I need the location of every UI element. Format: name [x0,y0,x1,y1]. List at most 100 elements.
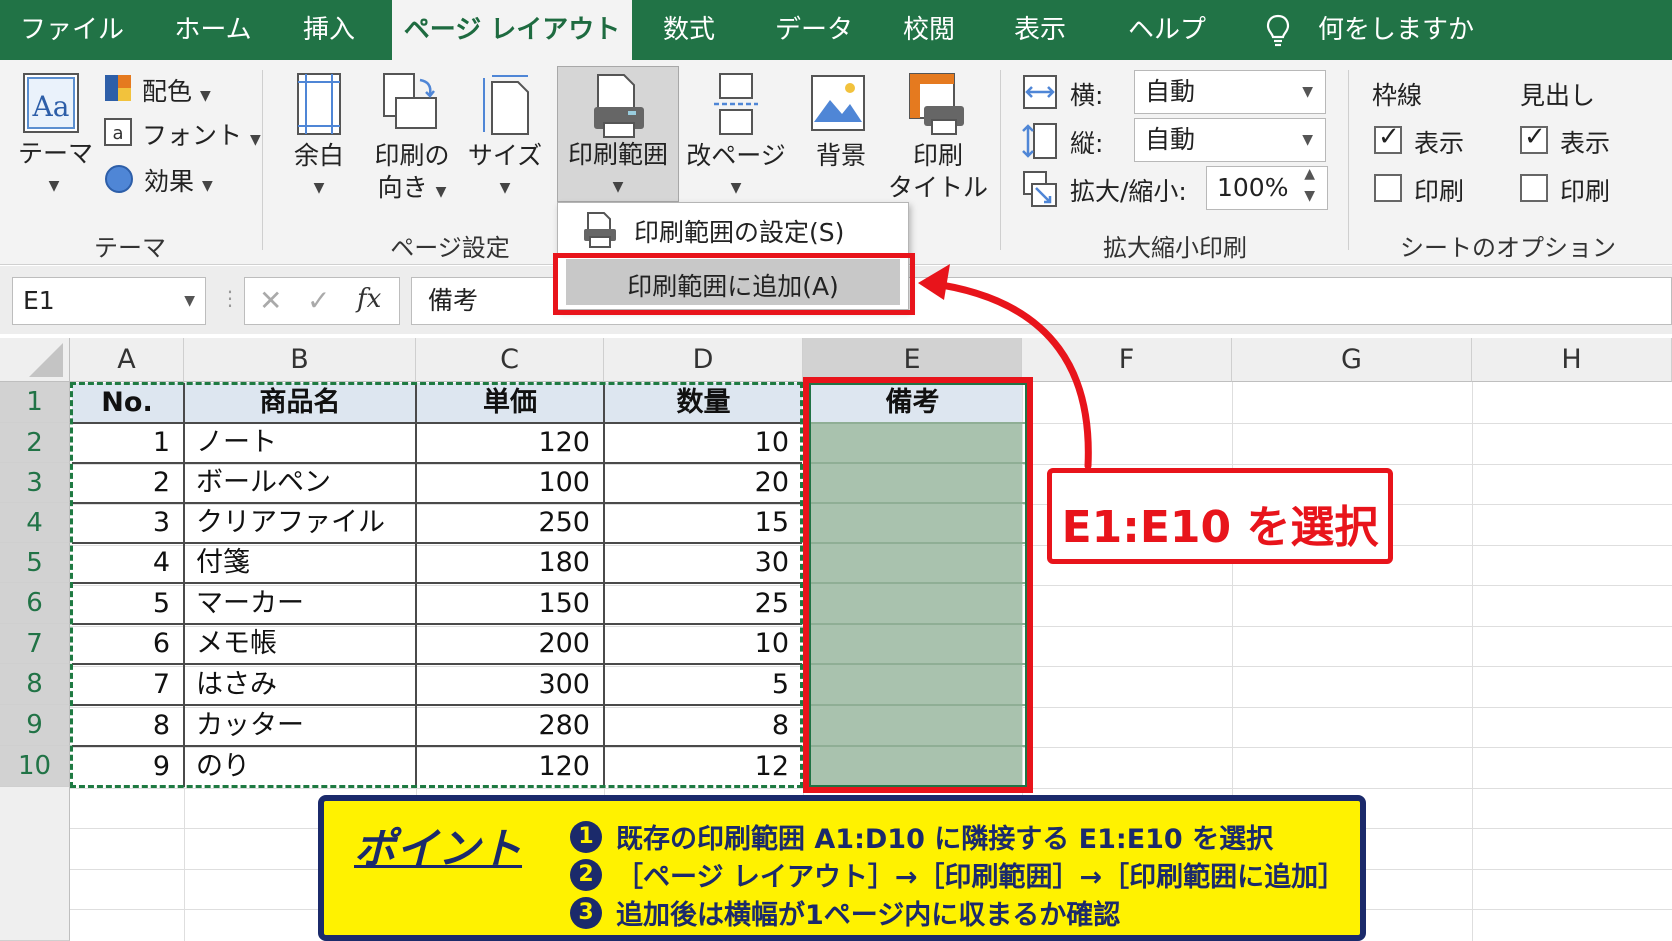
chevron-down-icon: ▼ [435,184,447,200]
print-area-marquee [70,382,803,788]
lightbulb-icon[interactable] [1265,14,1291,48]
print-titles-button[interactable]: 印刷 タイトル [882,140,994,204]
enter-icon[interactable]: ✓ [307,284,330,317]
colors-icon[interactable] [104,74,132,102]
breaks-button[interactable]: 改ページ ▼ [680,140,792,204]
column-header-c[interactable]: C [416,338,604,382]
print-area-button[interactable]: 印刷範囲 ▼ [557,66,679,202]
height-label: 縦: [1070,129,1104,158]
headings-print-checkbox[interactable] [1520,174,1548,202]
height-select[interactable]: 自動 ▼ [1134,118,1326,162]
row-header-1[interactable]: 1 [0,382,70,423]
group-label-theme: テーマ [94,234,166,262]
tab-help[interactable]: ヘルプ [1116,0,1218,60]
scale-icon [1023,171,1057,207]
headings-view-checkbox[interactable]: ✓ [1520,122,1548,154]
row-header-3[interactable]: 3 [0,463,70,503]
print-titles-icon[interactable] [906,72,966,136]
tab-file[interactable]: ファイル [14,0,130,60]
chevron-down-icon: ▼ [201,178,213,194]
headings-print-label: 印刷 [1560,177,1611,206]
name-box[interactable]: E1 ▼ [12,277,206,325]
margins-icon[interactable] [296,72,342,136]
tab-page-layout[interactable]: ページ レイアウト [392,0,632,60]
column-header-a[interactable]: A [70,338,184,382]
size-label: サイズ [467,141,543,170]
fonts-button[interactable]: フォント ▼ [142,116,261,152]
background-button[interactable]: 背景 [800,140,882,172]
checkmark-icon: ✓ [1524,122,1546,152]
chevron-down-icon: ▼ [730,180,742,196]
insert-function-button[interactable]: fx [357,284,381,314]
chevron-down-icon[interactable]: ▼ [184,278,195,324]
menu-item-set-print-area[interactable]: 印刷範囲の設定(S) [558,203,908,255]
cancel-icon[interactable]: ✕ [259,284,282,317]
point-title: ポイント [354,824,523,873]
column-header-g[interactable]: G [1232,338,1472,382]
tab-view[interactable]: 表示 [1000,0,1080,60]
tell-me-search[interactable]: 何をしますか [1318,0,1474,60]
chevron-down-icon: ▼ [313,180,325,196]
gridlines-view-checkbox[interactable]: ✓ [1374,122,1402,154]
print-area-label: 印刷範囲 [567,140,668,169]
column-header-h[interactable]: H [1472,338,1672,382]
row-header-4[interactable]: 4 [0,503,70,543]
gridline-vertical [1472,382,1473,941]
menu-item-set-print-area-label: 印刷範囲の設定(S) [634,218,845,247]
column-header-f[interactable]: F [1022,338,1232,382]
select-all-button[interactable] [0,338,70,382]
scale-stepper[interactable]: 100% ▲ ▼ [1206,166,1328,210]
width-select[interactable]: 自動 ▼ [1134,70,1326,114]
point-item: 3 追加後は横幅が1ページ内に収まるか確認 [570,893,1120,932]
resize-handle-icon[interactable]: ⋮ [220,286,240,310]
svg-text:Aa: Aa [32,90,70,123]
tab-data[interactable]: データ [766,0,862,60]
point-item-text: 既存の印刷範囲 A1:D10 に隣接する E1:E10 を選択 [616,824,1274,855]
size-button[interactable]: サイズ ▼ [464,140,546,204]
row-header-8[interactable]: 8 [0,664,70,705]
name-box-value: E1 [23,286,55,315]
fonts-icon[interactable]: a [104,118,132,146]
gridlines-print-label: 印刷 [1414,177,1465,206]
gridlines-print-checkbox[interactable] [1374,174,1402,202]
scale-value: 100% [1217,173,1289,202]
themes-button[interactable]: テーマ ▼ [18,138,94,202]
gridlines-view-label: 表示 [1414,129,1465,158]
size-icon[interactable] [480,72,532,136]
row-header-5[interactable]: 5 [0,543,70,583]
row-header-10[interactable]: 10 [0,746,70,787]
tab-home[interactable]: ホーム [160,0,266,60]
effects-button[interactable]: 効果 ▼ [144,162,213,198]
effects-icon[interactable] [104,164,134,194]
select-all-triangle-icon [29,343,63,377]
callout-box: E1:E10 を選択 [1047,468,1393,564]
tab-formulas[interactable]: 数式 [650,0,728,60]
row-header-6[interactable]: 6 [0,583,70,624]
spin-down-icon[interactable]: ▼ [1304,183,1315,209]
themes-label: テーマ [18,139,94,168]
height-value: 自動 [1145,125,1196,154]
tab-insert[interactable]: 挿入 [290,0,368,60]
column-header-b[interactable]: B [184,338,416,382]
headings-view-label: 表示 [1560,129,1611,158]
orientation-button[interactable]: 印刷の 向き ▼ [370,140,454,208]
colors-button[interactable]: 配色 ▼ [142,72,211,108]
margins-button[interactable]: 余白 ▼ [284,140,354,204]
chevron-down-icon: ▼ [249,132,261,148]
breaks-icon[interactable] [712,72,760,136]
width-icon [1023,75,1057,109]
column-header-e[interactable]: E [803,338,1022,382]
orientation-icon[interactable] [382,72,438,136]
colors-label: 配色 [142,77,193,106]
background-icon[interactable] [810,72,868,134]
themes-icon[interactable]: Aa [22,72,80,134]
chevron-down-icon: ▼ [199,88,211,104]
row-header-7[interactable]: 7 [0,624,70,664]
width-label: 横: [1070,81,1104,110]
group-label-page-setup: ページ設定 [390,234,510,262]
print-area-icon [594,74,644,138]
row-header-2[interactable]: 2 [0,423,70,463]
tab-review[interactable]: 校閲 [890,0,968,60]
column-header-d[interactable]: D [604,338,803,382]
row-header-9[interactable]: 9 [0,705,70,746]
